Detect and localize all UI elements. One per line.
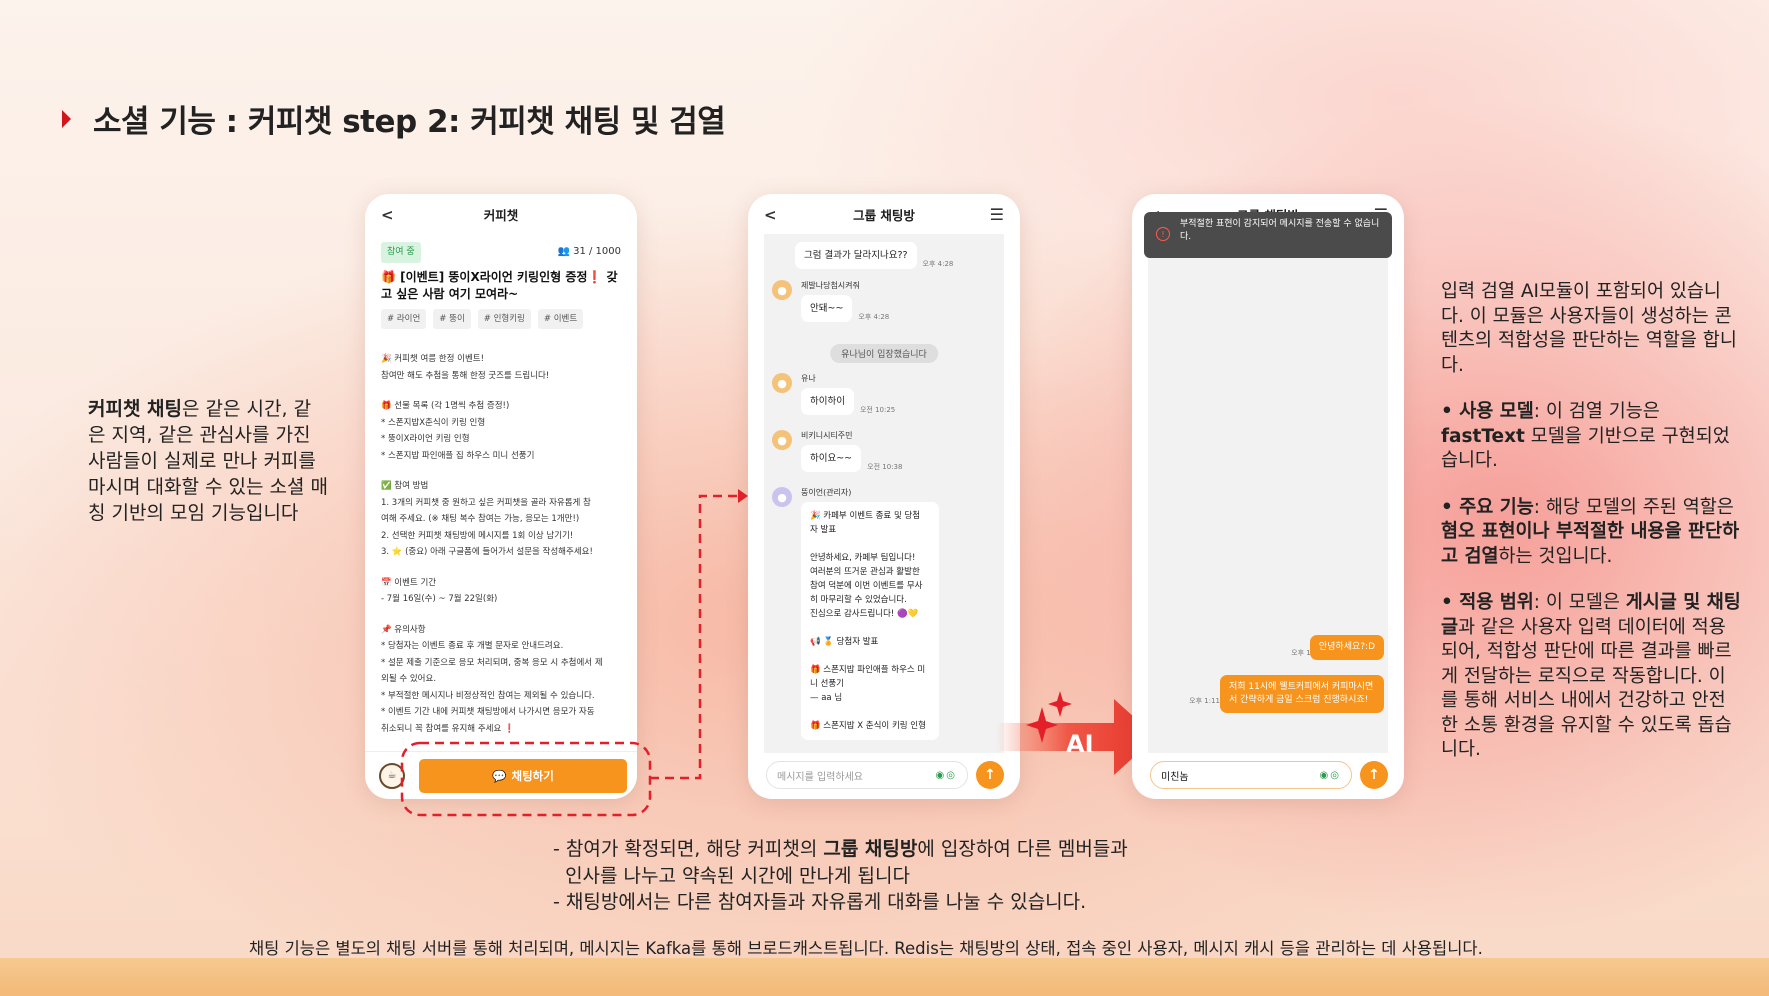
scope-text: 과 같은 사용자 입력 데이터에 적용되어, 적합성 판단에 따른 결과를 빠르… [1441,616,1732,761]
button-highlight-box [400,741,652,817]
attachment-icons[interactable]: ◉◎ [936,770,957,781]
send-button[interactable]: ↑ [1360,761,1388,789]
sender-name: 제발나당첨시켜줘 [801,281,860,290]
bullet-line: - 참여가 확정되면, 해당 커피챗의 그룹 채팅방에 입장하여 다른 멤버들과 [553,836,1128,863]
message-content: 뚱이언(관리자) 🎉 카페부 이벤트 종료 및 당첨 자 발표 안녕하세요, 카… [801,487,939,740]
message-input-placeholder: 메시지를 입력하세요 [777,771,863,783]
announcement-line [810,621,930,635]
chat-messages: 오후 1:10 안녕하세요?:D 오후 1:11 저희 11시에 웰트커피에서 … [1148,234,1388,753]
back-icon[interactable]: < [764,206,777,224]
scope-text: : 이 모델은 [1533,592,1626,613]
message-input[interactable]: 메시지를 입력하세요 ◉◎ [766,761,968,789]
message-time: 오전 10:38 [867,463,903,471]
bullet-line: - 채팅방에서는 다른 참여자들과 자유롭게 대화를 나눌 수 있습니다. [553,891,1087,913]
bubble-row: 안돼~~ 오후 4:28 [801,295,889,322]
chat-message: ● 유나 하이하이오전 10:25 [772,373,895,415]
announcement-line: 참여 덕분에 이번 이벤트를 무사 [810,581,923,591]
scope-label: • 적용 범위 [1441,592,1534,613]
function-info: • 주요 기능: 해당 모델의 주된 역할은 혐오 표현이나 부적절한 내용을 … [1441,496,1741,570]
message-input-bar: 미친놈 ◉◎ ↑ [1150,761,1388,789]
avatar: ● [772,280,792,300]
menu-icon[interactable]: ☰ [990,205,1004,224]
model-label: • 사용 모델 [1441,401,1534,422]
system-notice: 유나님이 입장했습니다 [830,344,938,363]
message-time: 오후 1:11 [1189,697,1220,705]
message-bubble: 하이요~~ [801,445,862,472]
announcement-line: 안녕하세요, 카페부 팀입니다! [810,553,916,563]
my-message-bubble: 저희 11시에 웰트커피에서 커피마시면서 간략하게 금일 스크럼 진행하시죠! [1220,675,1384,713]
attachment-icons[interactable]: ◉◎ [1320,770,1341,781]
announcement-line [810,537,930,551]
announcement-line: 히 마무리할 수 있었습니다. [810,595,907,605]
message-input[interactable]: 미친놈 ◉◎ [1150,761,1352,789]
function-text: : 해당 모델의 주된 역할은 [1533,496,1734,518]
bubble-row: 하이요~~ 오전 10:38 [801,445,902,472]
chat-message: ● 제발나당첨시켜줘 안돼~~ 오후 4:28 [772,280,889,322]
group-chat-screen: < 그룹 채팅방 ☰ 그럼 결과가 달라지나요?? 오후 4:28 ● 제발나당… [748,194,1020,799]
avatar: ● [772,373,792,393]
message-bubble: 하이하이 [801,388,854,415]
announcement-line: 여러분의 뜨거운 관심과 활발한 [810,567,920,577]
announcement-line: — aa 님 [810,693,843,703]
avatar: ● [772,430,792,450]
scope-info: • 적용 범위: 이 모델은 게시글 및 채팅글과 같은 사용자 입력 데이터에… [1441,591,1741,763]
announcement-line: 🎁 스폰지밥 X 춘식이 키링 인형 [810,721,926,731]
message-time: 오후 4:28 [858,313,890,321]
right-description: 입력 검열 AI모듈이 포함되어 있습니다. 이 모듈은 사용자들이 생성하는 … [1441,280,1741,785]
flow-bullets: - 참여가 확정되면, 해당 커피챗의 그룹 채팅방에 입장하여 다른 멤버들과… [553,836,1128,916]
connector-arrowhead [738,489,748,503]
message-content: 비키니시티주민 하이요~~ 오전 10:38 [801,430,902,472]
sparkle-icon [1048,691,1072,717]
bullet-text: 에 입장하여 다른 멤버들과 [917,838,1128,860]
message-bubble: 그럼 결과가 달라지나요?? [795,242,917,269]
announcement-line: 🎉 카페부 이벤트 종료 및 당첨 [810,511,921,521]
warning-icon: ! [1156,227,1170,241]
model-text: : 이 검열 기능은 [1533,401,1660,422]
announcement-line: 진심으로 감사드립니다! 🟣💛 [810,609,919,619]
announcement-line: 니 선풍기 [810,679,844,689]
arrow-up-icon: ↑ [984,767,996,783]
sender-name: 비키니시티주민 [801,431,853,440]
chat-message: ● 뚱이언(관리자) 🎉 카페부 이벤트 종료 및 당첨 자 발표 안녕하세요,… [772,487,939,740]
model-name: fastText [1441,425,1525,447]
message-time: 오후 4:28 [922,260,954,268]
model-info: • 사용 모델: 이 검열 기능은 fastText 모델을 기반으로 구현되었… [1441,400,1741,474]
message-input-value: 미친놈 [1161,771,1189,783]
announcement-line: 자 발표 [810,525,837,535]
bubble-row: 하이하이오전 10:25 [801,388,895,415]
bullet-text: - 참여가 확정되면, 해당 커피챗의 [553,838,824,860]
my-message-bubble: 안녕하세요?:D [1309,635,1384,660]
module-intro: 입력 검열 AI모듈이 포함되어 있습니다. 이 모듈은 사용자들이 생성하는 … [1441,281,1737,376]
admin-announcement: 🎉 카페부 이벤트 종료 및 당첨 자 발표 안녕하세요, 카페부 팀입니다! … [801,502,939,740]
chat-message: 그럼 결과가 달라지나요?? 오후 4:28 [795,242,953,269]
announcement-line [810,705,930,719]
message-bubble: 안돼~~ [801,295,853,322]
announcement-line: 🎁 스폰지밥 파인애플 하우스 미 [810,665,926,675]
sender-name: 유나 [801,374,816,383]
chat-messages: 그럼 결과가 달라지나요?? 오후 4:28 ● 제발나당첨시켜줘 안돼~~ 오후… [764,234,1004,753]
connector-line [650,494,742,780]
ai-label: AI [1066,730,1094,758]
function-label: • 주요 기능 [1441,496,1534,518]
architecture-note: 채팅 기능은 별도의 채팅 서버를 통해 처리되며, 메시지는 Kafka를 통… [249,939,1483,958]
message-time: 오전 10:25 [859,406,896,414]
message-content: 제발나당첨시켜줘 안돼~~ 오후 4:28 [801,280,889,322]
warning-text: 부적절한 표현이 감지되어 메시지를 전송할 수 없습니다. [1180,219,1380,242]
announcement-line: 📢 🏅 당첨자 발표 [810,637,879,647]
phone2-title: 그룹 채팅방 [853,207,915,223]
sender-name: 뚱이언(관리자) [801,488,852,497]
avatar: ● [772,487,792,507]
arrow-up-icon: ↑ [1368,767,1380,783]
bullet-highlight: 그룹 채팅방 [823,838,918,860]
message-content: 유나 하이하이오전 10:25 [801,373,895,415]
message-input-bar: 메시지를 입력하세요 ◉◎ ↑ [766,761,1004,789]
announcement-line [810,649,930,663]
phone2-header: < 그룹 채팅방 ☰ [748,194,1020,234]
function-text: 하는 것입니다. [1498,545,1613,567]
censorship-warning-toast: ! 부적절한 표현이 감지되어 메시지를 전송할 수 없습니다. [1144,212,1392,258]
chat-message: ● 비키니시티주민 하이요~~ 오전 10:38 [772,430,902,472]
bullet-line: 인사를 나누고 약속된 시간에 만나게 됩니다 [553,864,910,887]
filtered-chat-screen: < 그룹 채팅방 ☰ 오후 1:10 안녕하세요?:D 오후 1:11 저희 1… [1132,194,1404,799]
